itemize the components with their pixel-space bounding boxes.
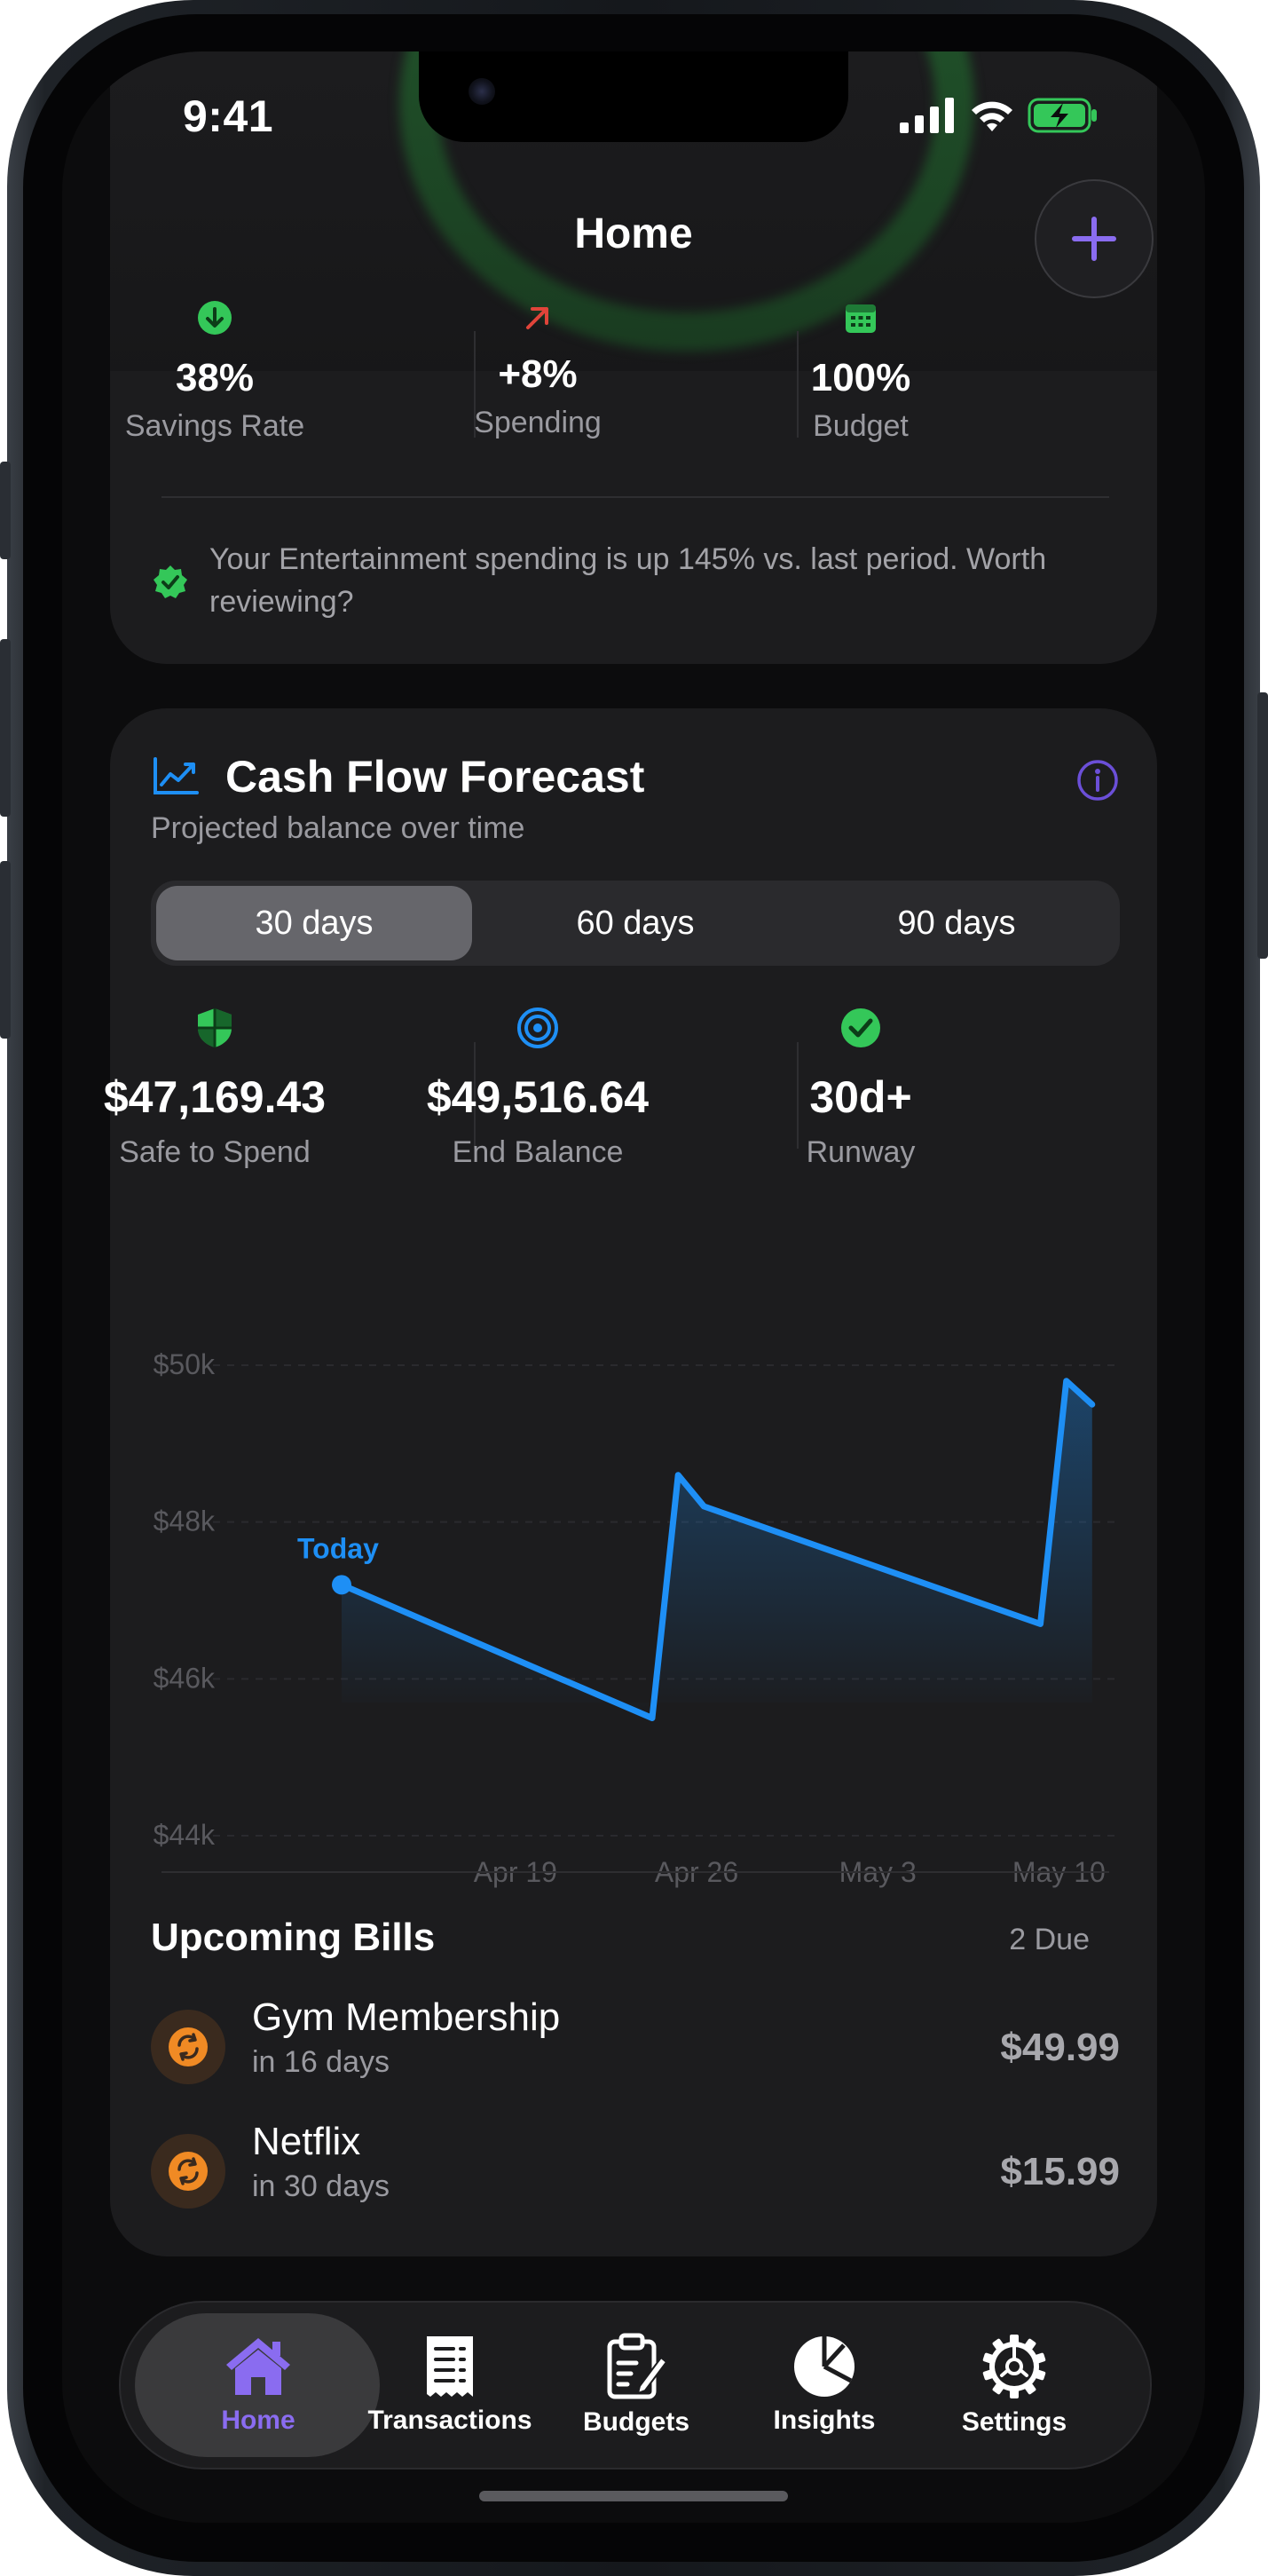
page-title: Home [574, 210, 693, 257]
volume-up-button [0, 639, 11, 817]
forecast-subtitle: Projected balance over time [151, 811, 525, 845]
stat-spending: +8% Spending [378, 300, 697, 440]
stat-value: 38% [175, 356, 255, 399]
y-tick-label: $44k [154, 1819, 216, 1851]
tab-label: Settings [961, 2407, 1067, 2437]
volume-down-button [0, 861, 11, 1039]
metric-runway: 30d+ Runway [701, 1007, 1020, 1170]
action-button [0, 462, 11, 559]
tab-settings[interactable]: Settings [921, 2303, 1107, 2468]
checkmark-circle-icon [841, 1008, 880, 1047]
range-option-30[interactable]: 30 days [156, 886, 472, 960]
balance-area [342, 1380, 1092, 1719]
info-icon[interactable] [1075, 758, 1120, 802]
stat-value: 100% [810, 356, 911, 399]
status-icons [900, 98, 1099, 133]
metric-end-balance: $49,516.64 End Balance [378, 1007, 697, 1170]
power-button [1257, 692, 1268, 959]
bill-name: Gym Membership [252, 1995, 561, 2039]
bills-due-count: 2 Due [1009, 1923, 1090, 1956]
bill-name: Netflix [252, 2120, 361, 2163]
stat-label: Savings Rate [124, 409, 305, 443]
bills-title: Upcoming Bills [151, 1916, 436, 1959]
shield-icon [198, 1008, 232, 1047]
checkmark-seal-icon [154, 565, 187, 598]
y-tick-label: $46k [154, 1662, 216, 1694]
receipt-icon [427, 2336, 473, 2397]
metric-value: $49,516.64 [426, 1072, 650, 1122]
add-button[interactable] [1035, 179, 1154, 298]
y-tick-label: $50k [154, 1348, 216, 1380]
forecast-title: Cash Flow Forecast [225, 752, 645, 802]
insight-text: Your Entertainment spending is up 145% v… [209, 542, 1047, 619]
status-time: 9:41 [183, 91, 274, 141]
today-point [332, 1575, 351, 1595]
stat-savings-rate: 38% Savings Rate [62, 300, 374, 444]
bill-info: Gym Membership in 16 days [252, 1995, 560, 2080]
recurring-icon [169, 2027, 208, 2066]
battery-charging-icon [1028, 98, 1097, 133]
recurring-icon-wrapper [151, 2134, 225, 2209]
metric-label: Safe to Spend [119, 1135, 311, 1169]
range-option-60[interactable]: 60 days [477, 886, 793, 960]
metric-value: $47,169.43 [103, 1072, 327, 1122]
chart-line-icon [154, 757, 199, 794]
cellular-signal-icon [900, 98, 954, 133]
bill-row[interactable]: Netflix in 30 days $15.99 [151, 2120, 1120, 2226]
home-indicator [479, 2491, 788, 2501]
plus-icon [1072, 217, 1116, 261]
tab-label: Home [221, 2406, 295, 2435]
metric-safe-to-spend: $47,169.43 Safe to Spend [62, 1007, 374, 1170]
tab-budgets[interactable]: Budgets [543, 2303, 729, 2468]
calendar-icon [846, 304, 876, 333]
bill-info: Netflix in 30 days [252, 2120, 390, 2204]
tab-bar: Home Transactions Budgets Insights Setti… [119, 2301, 1152, 2469]
pie-chart-icon [794, 2336, 855, 2397]
metric-label: End Balance [452, 1135, 624, 1169]
arrow-up-right-icon [526, 307, 548, 329]
stat-label: Budget [813, 409, 909, 443]
metric-value: 30d+ [809, 1072, 912, 1122]
metric-label: Runway [806, 1135, 916, 1169]
tab-transactions[interactable]: Transactions [357, 2303, 543, 2468]
forecast-chart: $50k$48k$46k$44k Today Apr 19 Apr 26 May 3… [154, 1348, 1118, 1888]
bill-amount: $15.99 [1000, 2150, 1120, 2193]
camera-icon [469, 78, 495, 105]
stat-label: Spending [474, 406, 602, 439]
tab-label: Insights [773, 2406, 876, 2435]
recurring-icon [169, 2152, 208, 2191]
tab-home[interactable]: Home [165, 2303, 351, 2468]
today-annotation: Today [297, 1532, 379, 1564]
bill-due-date: in 16 days [252, 2045, 390, 2079]
clipboard-pencil-icon [607, 2333, 668, 2399]
arrow-down-circle-icon [198, 301, 232, 335]
y-tick-label: $48k [154, 1505, 216, 1537]
tab-label: Transactions [367, 2406, 532, 2435]
bill-row[interactable]: Gym Membership in 16 days $49.99 [151, 1995, 1120, 2102]
screen: 9:41 Home 38% Savings Rate +8% Spending … [62, 51, 1205, 2523]
gear-icon [982, 2335, 1046, 2398]
range-option-90[interactable]: 90 days [799, 886, 1114, 960]
stat-value: +8% [498, 352, 578, 396]
range-segmented-control: 30 days 60 days 90 days [151, 881, 1120, 966]
divider [161, 1871, 1109, 1873]
tab-insights[interactable]: Insights [731, 2303, 918, 2468]
recurring-icon-wrapper [151, 2010, 225, 2084]
tab-label: Budgets [583, 2407, 689, 2437]
bill-due-date: in 30 days [252, 2169, 390, 2203]
stat-budget: 100% Budget [701, 300, 1020, 444]
wifi-icon [972, 101, 1012, 131]
house-icon [226, 2338, 290, 2395]
divider [161, 496, 1109, 498]
bill-amount: $49.99 [1000, 2026, 1120, 2069]
target-icon [517, 1007, 558, 1048]
